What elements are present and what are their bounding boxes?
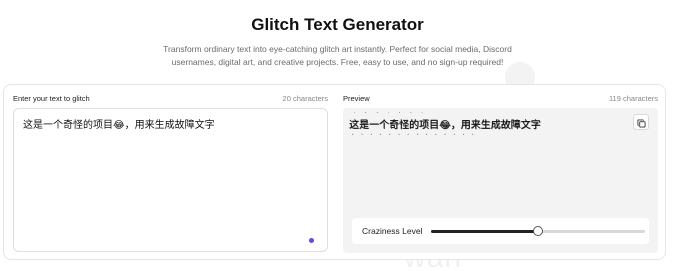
generator-card: Enter your text to glitch 20 characters …: [3, 84, 666, 260]
input-label: Enter your text to glitch: [13, 94, 90, 103]
input-status-dot: [309, 238, 314, 243]
text-input-area[interactable]: 这是一个奇怪的项目😂，用来生成故障文字: [13, 108, 328, 252]
craziness-label: Craziness Level: [362, 226, 423, 236]
preview-area: ˙ ˋ ˊ ˙ ˋ ˊ ˙ 这是一个奇怪的项目😂，用来生成故障文字 ˏ ˎ ˏ …: [343, 108, 658, 253]
page-header: Glitch Text Generator Transform ordinary…: [0, 0, 675, 69]
glitch-combining-marks-bottom: ˏ ˎ ˏ ˎ ˏ ˎ ˏ ˎ ˏ ˎ ˏ ˎ ˏ ˎ: [351, 128, 476, 135]
craziness-control: Craziness Level: [352, 218, 649, 244]
preview-panel-header: Preview 119 characters: [343, 94, 658, 104]
page-subtitle: Transform ordinary text into eye-catchin…: [163, 44, 512, 67]
preview-character-count: 119 characters: [608, 94, 658, 103]
input-panel-header: Enter your text to glitch 20 characters: [13, 94, 328, 104]
preview-label: Preview: [343, 94, 370, 103]
page-title: Glitch Text Generator: [251, 15, 424, 34]
craziness-slider-thumb[interactable]: [533, 225, 543, 236]
copy-button[interactable]: [633, 114, 649, 130]
craziness-slider[interactable]: [431, 225, 645, 236]
copy-icon: [636, 113, 646, 132]
glitch-output[interactable]: ˙ ˋ ˊ ˙ ˋ ˊ ˙ 这是一个奇怪的项目😂，用来生成故障文字 ˏ ˎ ˏ …: [349, 112, 579, 146]
craziness-slider-fill: [431, 229, 538, 233]
input-character-count: 20 characters: [282, 94, 328, 103]
text-input-value[interactable]: 这是一个奇怪的项目😂，用来生成故障文字: [23, 116, 215, 131]
